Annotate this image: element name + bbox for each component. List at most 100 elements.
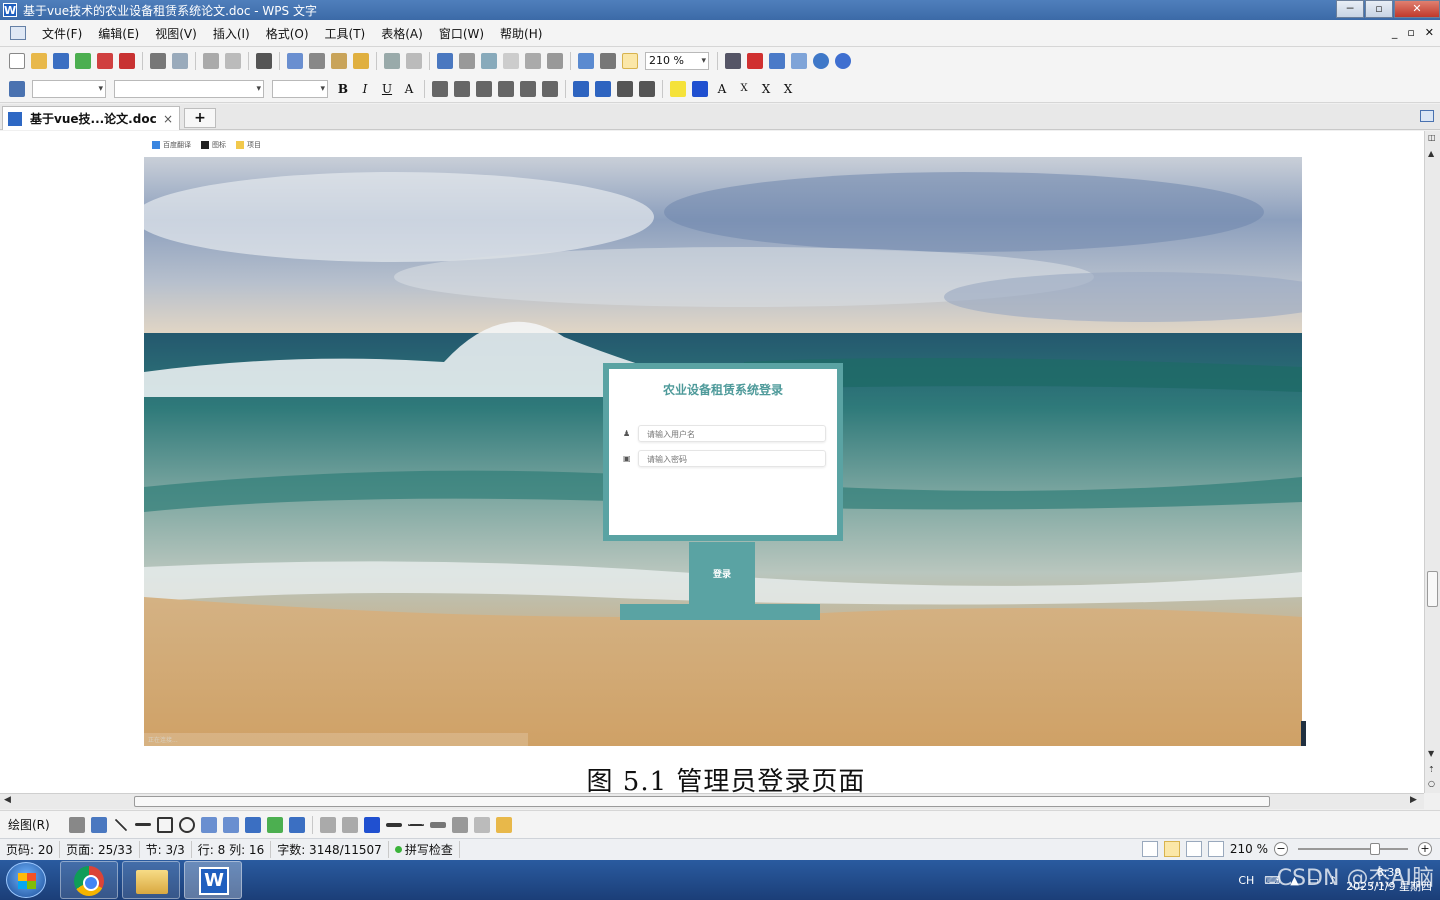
distributed-icon[interactable] <box>520 80 536 97</box>
undo-icon[interactable] <box>384 53 400 69</box>
draw-font-color-icon[interactable] <box>363 816 380 833</box>
vertical-scrollbar[interactable]: ◫ ▲ ▼ ⇡ ○ <box>1424 131 1440 793</box>
menu-tools[interactable]: 工具(T) <box>317 25 374 42</box>
select-browse-object-icon[interactable]: ○ <box>1428 779 1435 788</box>
columns-icon[interactable] <box>525 53 541 69</box>
ellipse-icon[interactable] <box>178 816 195 833</box>
3d-icon[interactable] <box>473 816 490 833</box>
font-effect-button[interactable]: A <box>400 80 418 98</box>
underline-button[interactable]: U <box>378 80 396 98</box>
align-left-icon[interactable] <box>432 80 448 97</box>
formula-icon[interactable] <box>459 53 475 69</box>
font-color-icon[interactable] <box>692 80 708 97</box>
open-folder-icon[interactable] <box>31 53 47 69</box>
line-icon[interactable] <box>114 818 128 831</box>
line-style-icon[interactable] <box>385 822 402 827</box>
vertical-textbox-icon[interactable] <box>222 816 239 833</box>
print-icon[interactable] <box>150 53 166 69</box>
username-field[interactable] <box>638 425 826 442</box>
ime-indicator[interactable]: CH <box>1238 874 1254 887</box>
doc-close-icon[interactable]: ✕ <box>1425 26 1434 39</box>
zoom-slider[interactable] <box>1298 843 1408 855</box>
fill-color-icon[interactable] <box>319 816 336 833</box>
line-spacing-icon[interactable] <box>542 80 558 97</box>
wordart-icon[interactable] <box>244 816 261 833</box>
export-pdf-icon[interactable] <box>97 53 113 69</box>
select-arrow-icon[interactable] <box>68 816 85 833</box>
pdf-icon[interactable] <box>119 53 135 69</box>
superscript-button[interactable]: X <box>757 80 775 98</box>
zoom-select[interactable]: 210 % <box>645 52 709 70</box>
web-view-button[interactable] <box>1207 841 1224 857</box>
bullets-icon[interactable] <box>595 80 611 97</box>
shadow-icon[interactable] <box>451 816 468 833</box>
grow-font-button[interactable]: A <box>713 80 731 98</box>
scroll-up-arrow-icon[interactable]: ▲ <box>1428 149 1434 158</box>
page-view-icon[interactable] <box>622 53 638 69</box>
styles-icon[interactable] <box>9 80 25 97</box>
menu-insert[interactable]: 插入(I) <box>205 25 258 42</box>
arrow-icon[interactable] <box>134 823 151 826</box>
shrink-font-button[interactable]: X <box>735 80 753 98</box>
minimize-button[interactable]: ─ <box>1336 0 1364 18</box>
layout-icon[interactable] <box>225 53 241 69</box>
scroll-down-arrow-icon[interactable]: ▼ <box>1428 749 1434 758</box>
find-icon[interactable] <box>725 53 741 69</box>
taskbar-chrome-button[interactable] <box>60 861 118 899</box>
autoshapes-icon[interactable] <box>90 816 107 833</box>
previous-page-icon[interactable]: ⇡ <box>1428 765 1435 774</box>
spell-check-icon[interactable] <box>747 53 763 69</box>
rectangle-icon[interactable] <box>156 816 173 833</box>
menu-format[interactable]: 格式(O) <box>258 25 317 42</box>
doc-minimize-icon[interactable]: _ <box>1392 26 1398 39</box>
scroll-left-arrow-icon[interactable]: ◀ <box>4 795 11 805</box>
increase-indent-icon[interactable] <box>639 80 655 97</box>
traditional-chinese-icon[interactable] <box>256 53 272 69</box>
menu-window[interactable]: 窗口(W) <box>431 25 492 42</box>
horizontal-scrollbar[interactable]: ◀ ▶ <box>0 793 1424 809</box>
document-page[interactable]: 百度翻译 图标 项目 农业设备租赁系统登录 ♟ 请输入用户名 ▣ 登录 正在连接… <box>0 131 1424 793</box>
tab-document[interactable]: 基于vue技...论文.doc × <box>2 106 180 130</box>
cut-icon[interactable] <box>309 53 325 69</box>
paste-icon[interactable] <box>331 53 347 69</box>
copy-icon[interactable] <box>287 53 303 69</box>
new-tab-button[interactable]: + <box>184 108 216 128</box>
menu-help[interactable]: 帮助(H) <box>492 25 550 42</box>
start-button[interactable] <box>6 862 46 898</box>
doc-restore-icon[interactable]: ▫ <box>1407 26 1414 39</box>
align-right-icon[interactable] <box>476 80 492 97</box>
insert-table-icon[interactable] <box>437 53 453 69</box>
share-icon[interactable] <box>769 53 785 69</box>
highlight-icon[interactable] <box>670 80 686 97</box>
line-color-icon[interactable] <box>341 816 358 833</box>
horizontal-scroll-thumb[interactable] <box>134 796 1270 807</box>
status-word-count[interactable]: 字数: 3148/11507 <box>271 841 389 858</box>
navigation-icon[interactable] <box>600 53 616 69</box>
menu-view[interactable]: 视图(V) <box>147 25 205 42</box>
document-menu-icon[interactable] <box>10 26 26 40</box>
taskbar-wps-button[interactable]: W <box>184 861 242 899</box>
online-icon[interactable] <box>813 53 829 69</box>
numbering-icon[interactable] <box>573 80 589 97</box>
document-map-icon[interactable] <box>578 53 594 69</box>
redo-icon[interactable] <box>406 53 422 69</box>
page-view-button[interactable] <box>1163 841 1180 857</box>
hyperlink-icon[interactable] <box>481 53 497 69</box>
username-input[interactable] <box>639 427 825 442</box>
spell-check-toggle[interactable]: 拼写检查 <box>389 841 460 858</box>
subscript-button[interactable]: X <box>779 80 797 98</box>
paragraph-marks-icon[interactable] <box>547 53 563 69</box>
print-preview-icon[interactable] <box>172 53 188 69</box>
align-center-icon[interactable] <box>454 80 470 97</box>
clipart-icon[interactable] <box>288 816 305 833</box>
taskbar-explorer-button[interactable] <box>122 861 180 899</box>
decrease-indent-icon[interactable] <box>617 80 633 97</box>
select-multiple-objects-icon[interactable] <box>495 816 512 833</box>
normal-view-button[interactable] <box>1141 841 1158 857</box>
drawing-menu-button[interactable]: 绘图(R) <box>8 816 50 833</box>
textbox-icon[interactable] <box>200 816 217 833</box>
insert-picture-icon[interactable] <box>266 816 283 833</box>
close-button[interactable]: ✕ <box>1394 0 1440 18</box>
new-document-icon[interactable] <box>9 53 25 69</box>
task-pane-icon[interactable] <box>1420 110 1434 122</box>
